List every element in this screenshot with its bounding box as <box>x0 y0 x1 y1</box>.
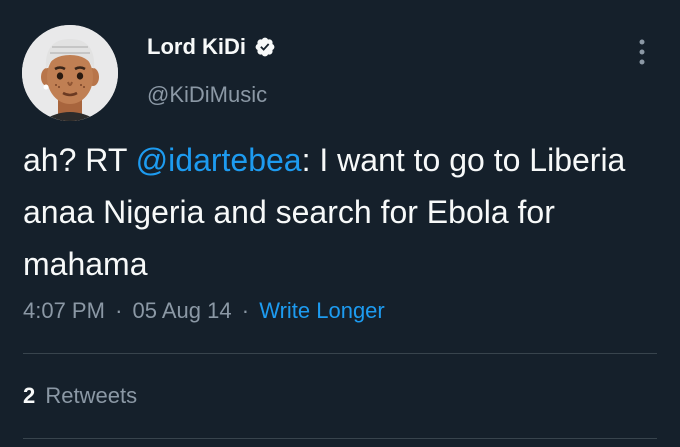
tweet-date[interactable]: 05 Aug 14 <box>133 298 232 323</box>
verified-badge-icon <box>255 37 275 57</box>
display-name[interactable]: Lord KiDi <box>147 34 246 60</box>
tweet-metadata: 4:07 PM · 05 Aug 14 · Write Longer <box>23 298 385 324</box>
tweet-text: ah? RT @idartebea: I want to go to Liber… <box>23 134 663 290</box>
retweets-stat[interactable]: 2 Retweets <box>23 383 137 409</box>
tweet-card: Lord KiDi @KiDiMusic ah? RT @idartebea: … <box>0 0 680 447</box>
tweet-text-prefix: ah? RT <box>23 142 136 178</box>
user-handle[interactable]: @KiDiMusic <box>147 82 267 108</box>
more-vertical-icon <box>639 39 645 65</box>
avatar[interactable] <box>22 25 118 121</box>
more-options-button[interactable] <box>630 36 654 68</box>
retweets-label: Retweets <box>45 383 138 408</box>
separator: · <box>115 298 123 323</box>
mention-link[interactable]: @idartebea <box>136 142 302 178</box>
divider <box>23 353 657 354</box>
memoji-avatar-icon <box>22 25 118 121</box>
retweets-count: 2 <box>23 383 36 408</box>
tweet-time[interactable]: 4:07 PM <box>23 298 105 323</box>
divider <box>23 438 657 439</box>
tweet-source-link[interactable]: Write Longer <box>259 298 385 323</box>
separator: · <box>241 298 250 323</box>
author-name-row: Lord KiDi <box>147 34 276 60</box>
